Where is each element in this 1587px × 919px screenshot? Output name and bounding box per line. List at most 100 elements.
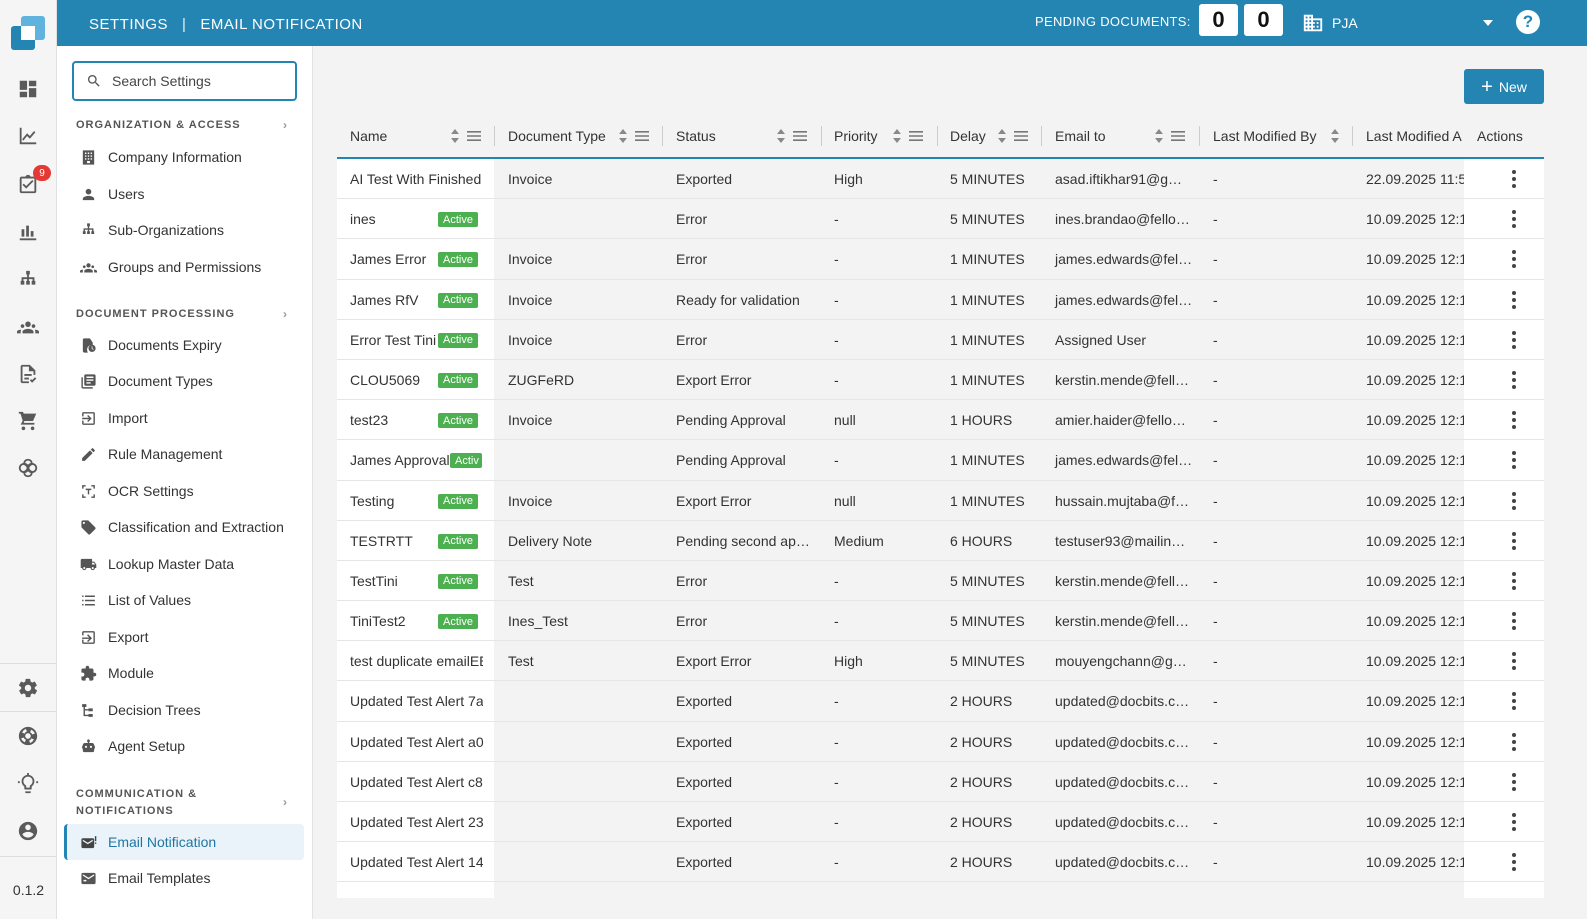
breadcrumb-settings[interactable]: SETTINGS (89, 16, 168, 33)
table-row[interactable]: Updated Test Alert a0 Exported - 2 HOURS upd… (337, 722, 1544, 762)
more-actions-icon[interactable] (1511, 491, 1517, 510)
column-header-status[interactable]: Status (663, 114, 821, 157)
sort-icon[interactable] (892, 128, 902, 144)
help-icon[interactable]: ? (1516, 10, 1540, 34)
table-row[interactable]: AI Test With Finished Invoice Exported High… (337, 159, 1544, 200)
user-account-icon[interactable] (14, 817, 42, 845)
lightbulb-icon[interactable] (14, 770, 42, 798)
sidebar-item-users[interactable]: Users (64, 176, 304, 212)
sidebar-item-email-notification[interactable]: Email Notification (64, 824, 304, 860)
more-actions-icon[interactable] (1511, 612, 1517, 631)
bar-chart-icon[interactable] (14, 218, 42, 246)
more-actions-icon[interactable] (1511, 250, 1517, 269)
more-actions-icon[interactable] (1511, 370, 1517, 389)
column-menu-icon[interactable] (909, 130, 923, 142)
sort-icon[interactable] (997, 128, 1007, 144)
column-menu-icon[interactable] (793, 130, 807, 142)
organization-selector[interactable]: PJA (1302, 12, 1358, 34)
column-menu-icon[interactable] (635, 130, 649, 142)
table-row[interactable]: Testing Active Invoice Export Error null 1 MI… (337, 481, 1544, 521)
section-document-processing[interactable]: DOCUMENT PROCESSING › (76, 306, 287, 323)
sidebar-item-sub-organizations[interactable]: Sub-Organizations (64, 212, 304, 248)
sort-icon[interactable] (1330, 128, 1340, 144)
analytics-line-icon[interactable] (14, 122, 42, 150)
sidebar-item-lookup-master-data[interactable]: Lookup Master Data (64, 546, 304, 582)
column-header-last-modified-by[interactable]: Last Modified By (1200, 114, 1352, 157)
sidebar-item-rule-management[interactable]: Rule Management (64, 436, 304, 472)
more-actions-icon[interactable] (1511, 571, 1517, 590)
table-row[interactable]: TESTRTT Active Delivery Note Pending second… (337, 521, 1544, 561)
table-row[interactable]: Updated Test Alert 23 Exported - 2 HOURS upd… (337, 802, 1544, 843)
sort-icon[interactable] (618, 128, 628, 144)
sidebar-item-decision-trees[interactable]: Decision Trees (64, 692, 304, 728)
sidebar-item-classification-extraction[interactable]: Classification and Extraction (64, 509, 304, 545)
ai-agent-icon[interactable] (14, 454, 42, 482)
table-row[interactable]: Updated Test Alert 14 Exported - 2 HOURS upd… (337, 842, 1544, 883)
more-actions-icon[interactable] (1511, 531, 1517, 550)
document-check-icon[interactable] (14, 360, 42, 388)
dashboard-icon[interactable] (14, 75, 42, 103)
table-row[interactable]: James RfV Active Invoice Ready for validati… (337, 280, 1544, 320)
team-icon[interactable] (14, 313, 42, 341)
more-actions-icon[interactable] (1511, 652, 1517, 671)
more-actions-icon[interactable] (1511, 330, 1517, 349)
column-header-priority[interactable]: Priority (821, 114, 937, 157)
sidebar-item-company-information[interactable]: Company Information (64, 139, 304, 175)
table-row[interactable]: James Approval Activ Pending Approval -1 MI… (337, 440, 1544, 481)
section-organization-access[interactable]: ORGANIZATION & ACCESS › (76, 117, 287, 134)
more-actions-icon[interactable] (1511, 813, 1517, 831)
table-row[interactable]: James Error Active Invoice Error -1 MINUTES j… (337, 239, 1544, 280)
table-row[interactable]: test23 Active Invoice Pending Approval null 1… (337, 400, 1544, 441)
more-actions-icon[interactable] (1511, 290, 1517, 309)
sort-icon[interactable] (450, 128, 460, 144)
table-row[interactable]: test duplicate emailEE Test Export Error Hi… (337, 641, 1544, 682)
more-actions-icon[interactable] (1511, 692, 1517, 711)
sidebar-item-list-of-values[interactable]: List of Values (64, 582, 304, 618)
sidebar-item-documents-expiry[interactable]: Documents Expiry (64, 327, 304, 363)
column-menu-icon[interactable] (1014, 130, 1028, 142)
table-row[interactable]: CLOU5069 Active ZUGFeRD Export Error -1 MINU… (337, 360, 1544, 401)
sidebar-item-agent-setup[interactable]: Agent Setup (64, 728, 304, 764)
sidebar-item-ocr-settings[interactable]: OCR Settings (64, 473, 304, 509)
more-actions-icon[interactable] (1511, 170, 1517, 188)
column-menu-icon[interactable] (467, 130, 481, 142)
table-row[interactable]: Updated Test Alert c8 Exported - 2 HOURS upd… (337, 762, 1544, 802)
table-row[interactable]: ines Active Error -5 MINUTES ines.brandao@fe… (337, 199, 1544, 240)
column-header-email-to[interactable]: Email to (1042, 114, 1199, 157)
sidebar-item-groups-permissions[interactable]: Groups and Permissions (64, 249, 304, 285)
column-header-last-modified-at[interactable]: Last Modified A (1353, 114, 1464, 157)
table-row[interactable]: Error Test Tini Active Invoice Error -1 MINU… (337, 320, 1544, 360)
new-button[interactable]: + New (1464, 69, 1544, 104)
table-row[interactable]: Updated Test Alert 7a Exported - 2 HOURS upd… (337, 681, 1544, 722)
sidebar-item-import[interactable]: Import (64, 400, 304, 436)
section-communication-notifications[interactable]: COMMUNICATION & NOTIFICATIONS › (76, 786, 287, 820)
pending-count-1[interactable]: 0 (1199, 4, 1238, 36)
sort-icon[interactable] (776, 128, 786, 144)
support-lifebuoy-icon[interactable] (14, 722, 42, 750)
hierarchy-icon[interactable] (14, 266, 42, 294)
sort-icon[interactable] (1154, 128, 1164, 144)
more-actions-icon[interactable] (1511, 732, 1517, 751)
sidebar-item-document-types[interactable]: Document Types (64, 363, 304, 399)
table-row[interactable]: TestTini Active Test Error -5 MINUTES kerstin… (337, 561, 1544, 602)
more-actions-icon[interactable] (1511, 210, 1517, 229)
chevron-down-icon[interactable] (1481, 16, 1495, 30)
search-box[interactable] (72, 61, 297, 101)
more-actions-icon[interactable] (1511, 772, 1517, 791)
pending-count-2[interactable]: 0 (1244, 4, 1283, 36)
search-input[interactable] (112, 73, 282, 89)
sidebar-item-export[interactable]: Export (64, 619, 304, 655)
column-header-delay[interactable]: Delay (937, 114, 1041, 157)
sidebar-item-module[interactable]: Module (64, 655, 304, 691)
more-actions-icon[interactable] (1511, 853, 1517, 872)
column-header-name[interactable]: Name (337, 114, 494, 157)
settings-gear-icon[interactable] (14, 674, 42, 702)
more-actions-icon[interactable] (1511, 411, 1517, 430)
table-row[interactable]: TiniTest2 Active Ines_Test Error -5 MINUTES k… (337, 601, 1544, 642)
sidebar-item-email-templates[interactable]: Email Templates (64, 860, 304, 896)
column-menu-icon[interactable] (1171, 130, 1185, 142)
app-logo-icon[interactable] (11, 16, 45, 50)
column-header-document-type[interactable]: Document Type (495, 114, 662, 157)
more-actions-icon[interactable] (1511, 451, 1517, 470)
cart-icon[interactable] (14, 407, 42, 435)
